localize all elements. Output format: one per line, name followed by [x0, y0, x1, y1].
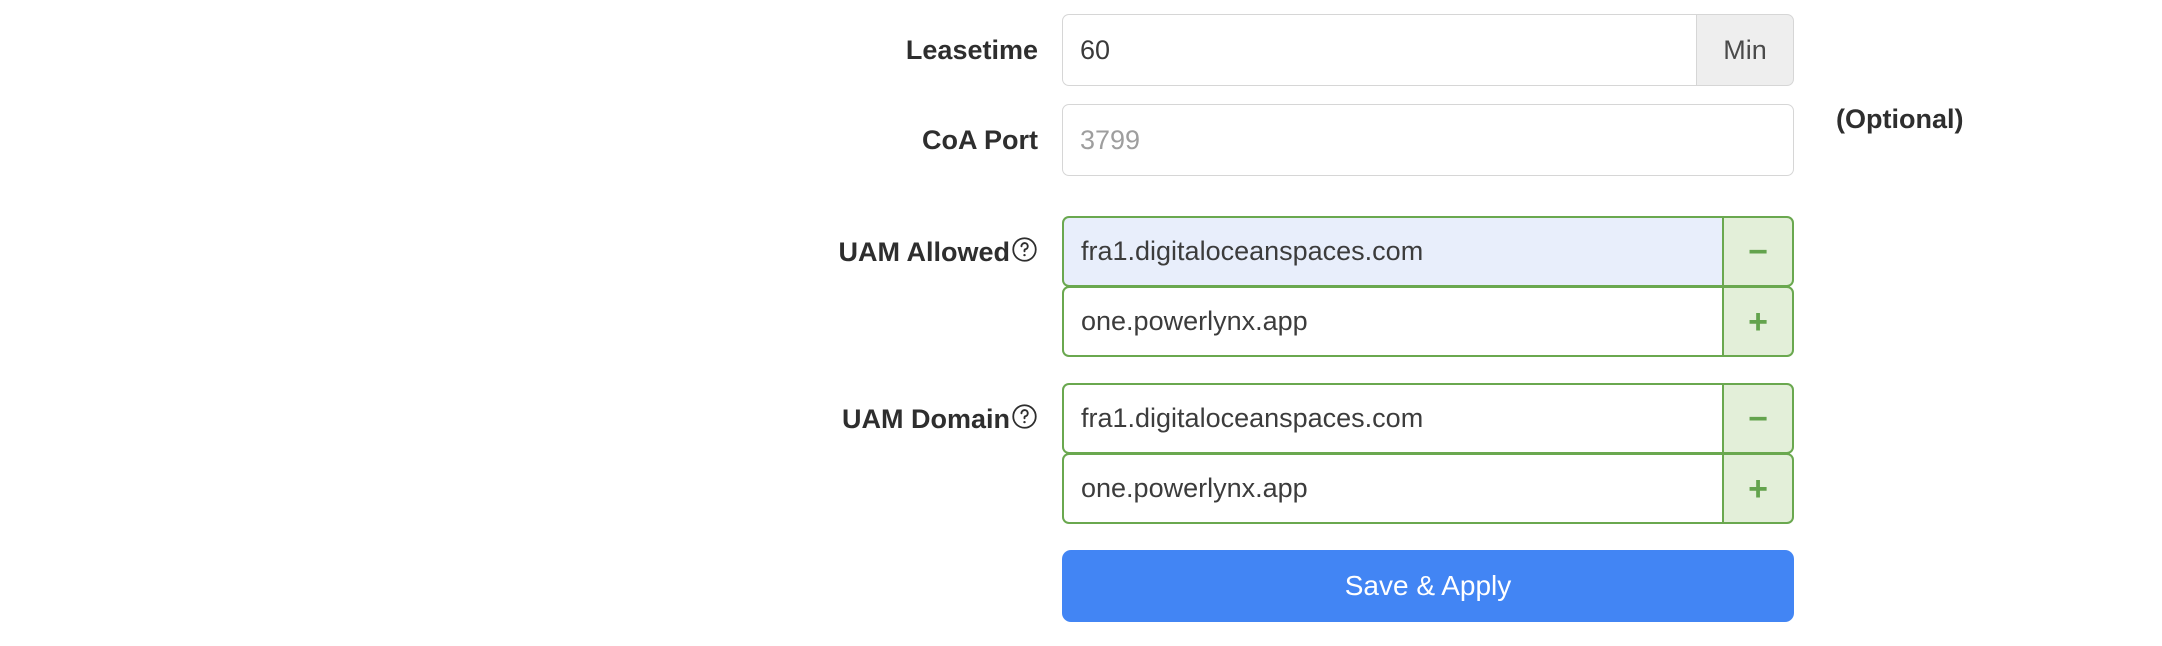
label-leasetime-text: Leasetime	[905, 34, 1038, 65]
uam-domain-add-button-1[interactable]: +	[1722, 453, 1794, 524]
list-item: −	[1062, 216, 1794, 287]
leasetime-input-group: Min	[1062, 14, 1794, 86]
form-row-uam-allowed: UAM Allowed − +	[0, 216, 2162, 357]
coa-port-optional-note: (Optional)	[1836, 104, 1964, 134]
uam-allowed-list: − +	[1062, 216, 1794, 357]
field-leasetime: Min	[1062, 14, 1794, 86]
list-item: +	[1062, 286, 1794, 357]
list-item: +	[1062, 453, 1794, 524]
help-circle-icon[interactable]	[1011, 403, 1038, 435]
label-coa-port-text: CoA Port	[922, 124, 1038, 155]
radius-settings-form: Leasetime Min CoA Port (Optional) UAM Al…	[0, 0, 2162, 646]
field-submit: Save & Apply	[1062, 550, 1794, 622]
field-uam-domain: − +	[1062, 383, 1794, 524]
uam-allowed-remove-button-0[interactable]: −	[1722, 216, 1794, 287]
field-uam-allowed: − +	[1062, 216, 1794, 357]
uam-domain-input-1[interactable]	[1062, 453, 1722, 524]
label-uam-allowed: UAM Allowed	[0, 216, 1062, 288]
field-coa-port	[1062, 104, 1794, 176]
leasetime-input[interactable]	[1062, 14, 1696, 86]
uam-allowed-input-0[interactable]	[1062, 216, 1722, 287]
uam-domain-input-0[interactable]	[1062, 383, 1722, 454]
list-item: −	[1062, 383, 1794, 454]
form-row-leasetime: Leasetime Min	[0, 14, 2162, 104]
form-row-coa-port: CoA Port (Optional)	[0, 104, 2162, 194]
label-leasetime: Leasetime	[0, 14, 1062, 86]
form-row-submit: Save & Apply	[0, 550, 2162, 622]
leasetime-unit-addon: Min	[1696, 14, 1794, 86]
form-row-uam-domain: UAM Domain − +	[0, 383, 2162, 524]
label-uam-allowed-text: UAM Allowed	[838, 236, 1011, 267]
coa-port-input[interactable]	[1062, 104, 1794, 176]
label-coa-port: CoA Port	[0, 104, 1062, 176]
label-uam-domain-text: UAM Domain	[842, 403, 1010, 434]
uam-allowed-add-button-1[interactable]: +	[1722, 286, 1794, 357]
help-circle-icon[interactable]	[1011, 236, 1038, 268]
label-uam-domain: UAM Domain	[0, 383, 1062, 455]
uam-allowed-input-1[interactable]	[1062, 286, 1722, 357]
save-and-apply-button[interactable]: Save & Apply	[1062, 550, 1794, 622]
uam-domain-list: − +	[1062, 383, 1794, 524]
uam-domain-remove-button-0[interactable]: −	[1722, 383, 1794, 454]
